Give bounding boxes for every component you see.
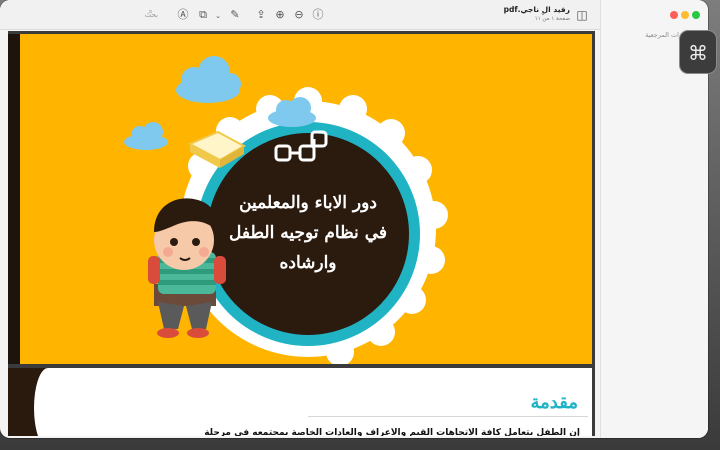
command-key-overlay-icon: ⌘ <box>679 30 717 74</box>
info-icon[interactable]: ⓘ <box>311 8 325 22</box>
document-page-indicator: صفحة ١ من ١١ <box>534 16 570 22</box>
rotate-icon[interactable]: ⧉ <box>196 8 210 22</box>
cloud-large-icon <box>176 56 241 103</box>
annotate-icon[interactable]: Ⓐ <box>176 8 190 22</box>
page2-wave-decoration <box>34 368 62 436</box>
preview-window: ⌕ بحث Ⓐ ⧉ ⌄ ✎ ⇪ ⊕ ⊖ ⓘ ⌄ رفيد ال ناجي.pdf… <box>0 0 708 438</box>
cover-title-line-2: في نظام توجيه الطفل <box>229 223 387 243</box>
close-window-button[interactable] <box>670 11 678 19</box>
share-icon[interactable]: ⇪ <box>254 8 268 22</box>
zoom-in-icon[interactable]: ⊕ <box>273 8 287 22</box>
intro-heading: مقدمة <box>530 392 579 413</box>
heading-divider <box>308 416 588 417</box>
pdf-page-1: دور الاباء والمعلمين في نظام توجيه الطفل… <box>8 34 592 364</box>
cover-illustration: دور الاباء والمعلمين في نظام توجيه الطفل… <box>124 56 448 364</box>
minimize-window-button[interactable] <box>681 11 689 19</box>
pdf-viewer[interactable]: دور الاباء والمعلمين في نظام توجيه الطفل… <box>8 31 595 436</box>
cover-title-line-1: دور الاباء والمعلمين <box>239 193 377 213</box>
markup-pen-icon[interactable]: ✎ <box>228 8 242 22</box>
search-input[interactable]: بحث <box>118 7 158 23</box>
boy-character-illustration <box>148 198 226 338</box>
rotate-chevron-icon[interactable]: ⌄ <box>211 9 225 23</box>
intro-paragraph: إن الطفل يتعامل كافة الاتجاهات القيم وال… <box>204 428 580 436</box>
zoom-out-icon[interactable]: ⊖ <box>292 8 306 22</box>
cloud-small-icon <box>124 122 168 150</box>
cover-title-line-3: وارشاده <box>279 253 336 273</box>
document-title: رفيد ال ناجي.pdf <box>503 5 570 14</box>
zoom-window-button[interactable] <box>692 11 700 19</box>
sidebar-toggle-icon[interactable]: ◫ <box>575 8 589 22</box>
toolbar: ⌕ بحث Ⓐ ⧉ ⌄ ✎ ⇪ ⊕ ⊖ ⓘ ⌄ رفيد ال ناجي.pdf… <box>0 0 600 30</box>
pdf-page-2: مقدمة إن الطفل يتعامل كافة الاتجاهات الق… <box>8 368 592 436</box>
